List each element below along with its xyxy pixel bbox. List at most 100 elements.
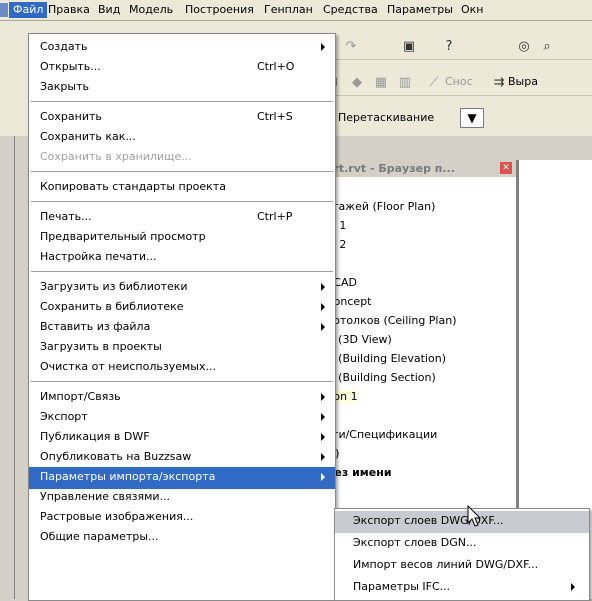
menu-item-label: Управление связями... [40,490,171,503]
menu-item-label: Открыть... [40,60,101,73]
submenu-item-label: Параметры IFC... [353,580,451,593]
submenu-arrow-icon [321,303,325,311]
menu-item[interactable]: Очистка от неиспользуемых... [29,357,335,379]
submenu-item[interactable]: Экспорт слоев DGN... [335,533,589,555]
menu-item-label: Закрыть [40,80,89,93]
menubar-window[interactable]: Окн [461,2,484,18]
submenu-item[interactable]: Параметры IFC... [335,577,589,599]
menubar-model[interactable]: Модель [129,2,173,18]
align-label[interactable]: Выра [508,75,538,88]
submenu-arrow-icon [321,323,325,331]
menu-item[interactable]: Параметры импорта/экспорта [29,467,335,489]
tree-item[interactable]: ы (Building Section) [326,371,436,384]
submenu-arrow-icon [321,393,325,401]
app-icon[interactable] [0,3,8,17]
menu-separator [31,171,333,172]
demolish-label[interactable]: Снос [445,75,473,88]
menu-item-label: Очистка от неиспользуемых... [40,360,216,373]
submenu-arrow-icon [321,433,325,441]
menu-item-shortcut: Ctrl+P [257,210,293,223]
menu-item-label: Копировать стандарты проекта [40,180,226,193]
toolbar-row-2: ⊓ ◆ ▦ ▥ ⟋ Снос ⇉ Выра [310,69,592,96]
help-icon[interactable]: ? [440,37,458,55]
menu-item[interactable]: Импорт/Связь [29,387,335,409]
import-export-submenu: Экспорт слоев DWG/DXF... Экспорт слоев DG… [334,508,590,601]
select-icon[interactable]: ▣ [400,37,418,55]
menu-item[interactable]: Загрузить в проекты [29,337,335,359]
tree-item[interactable]: ы (Building Elevation) [326,352,446,365]
submenu-item-label: Экспорт слоев DGN... [353,536,477,549]
filter-icon[interactable]: ▼ [460,108,484,128]
menubar-file[interactable]: Файл [9,2,48,18]
tree-item[interactable]: этажей (Floor Plan) [326,200,435,213]
submenu-item[interactable]: Экспорт слоев DWG/DXF... [335,511,589,533]
toolbar-row-3: ✓ Перетаскивание ▼ [310,105,592,131]
menu-item-shortcut: Ctrl+O [257,60,295,73]
menu-item[interactable]: Сохранить в библиотеке [29,297,335,319]
menu-item-label: Общие параметры... [40,530,159,543]
menu-item[interactable]: Публикация в DWF [29,427,335,449]
menu-item[interactable]: Опубликовать на Buzzsaw [29,447,335,469]
menu-item-label: Печать... [40,210,92,223]
demolish-icon[interactable]: ⟋ [425,73,443,91]
tree-item[interactable]: потолков (Ceiling Plan) [326,314,457,327]
menu-item-label: Публикация в DWF [40,430,150,443]
menu-item-label: Настройка печати... [40,250,157,263]
tool-icon-2[interactable]: ◆ [348,73,366,91]
menu-item-label: Растровые изображения... [40,510,194,523]
menu-item-label: Создать [40,40,88,53]
align-icon[interactable]: ⇉ [490,73,508,91]
submenu-item-label: Импорт весов линий DWG/DXF... [353,558,539,571]
submenu-item[interactable]: Импорт весов линий DWG/DXF... [335,555,589,577]
mouse-cursor-icon [467,505,482,527]
redo-icon[interactable]: ↷ [342,37,360,55]
menu-item[interactable]: Предварительный просмотр [29,227,335,249]
menu-item[interactable]: Вставить из файла [29,317,335,339]
menu-separator [31,381,333,382]
browser-close-icon[interactable]: ✕ [500,162,512,174]
browser-title-text: art.rvt - Браузер п... [326,162,455,175]
submenu-arrow-icon [321,43,325,51]
menu-item[interactable]: Загрузить из библиотеки [29,277,335,299]
menubar-siteplan[interactable]: Генплан [264,2,313,18]
menu-item[interactable]: Сохранить Ctrl+S [29,107,335,129]
menu-item-label: Сохранить в библиотеке [40,300,184,313]
menubar-view[interactable]: Вид [98,2,120,18]
menu-item[interactable]: Растровые изображения... [29,507,335,529]
menu-item[interactable]: Закрыть [29,77,335,99]
menu-item-label: Сохранить как... [40,130,136,143]
menu-item[interactable]: Экспорт [29,407,335,429]
tool-icon-4[interactable]: ▥ [396,73,414,91]
menubar-tools[interactable]: Средства [323,2,378,18]
menu-item[interactable]: Общие параметры... [29,527,335,549]
menu-separator [31,101,333,102]
menu-item[interactable]: Копировать стандарты проекта [29,177,335,199]
menubar-edit[interactable]: Правка [48,2,90,18]
menu-item-label: Импорт/Связь [40,390,121,403]
menu-item[interactable]: Печать... Ctrl+P [29,207,335,229]
menu-item[interactable]: Открыть... Ctrl+O [29,57,335,79]
tool-icon-3[interactable]: ▦ [372,73,390,91]
tree-item[interactable]: сти/Спецификации [326,428,437,441]
menu-item-label: Предварительный просмотр [40,230,206,243]
menubar-settings[interactable]: Параметры [387,2,453,18]
menu-item[interactable]: Настройка печати... [29,247,335,269]
menu-item-label: Вставить из файла [40,320,151,333]
menu-item[interactable]: Создать [29,37,335,59]
project-browser-title: art.rvt - Браузер п... ✕ [320,160,516,177]
menu-item[interactable]: Управление связями... [29,487,335,509]
menu-separator [31,271,333,272]
zoom-icon[interactable]: ⌕ [538,37,556,55]
menu-bar: Файл Правка Вид Модель Построения Генпла… [0,0,592,21]
menu-item-label: Параметры импорта/экспорта [40,470,216,483]
view-icon[interactable]: ◎ [515,37,533,55]
menubar-constructions[interactable]: Построения [185,2,254,18]
menu-item[interactable]: Сохранить как... [29,127,335,149]
drag-label: Перетаскивание [338,111,435,124]
submenu-arrow-icon [321,413,325,421]
menu-item-shortcut: Ctrl+S [257,110,293,123]
menu-item-label: Опубликовать на Buzzsaw [40,450,192,463]
submenu-arrow-icon [321,473,325,481]
menu-separator [31,201,333,202]
menu-item: Сохранить в хранилище... [29,147,335,169]
